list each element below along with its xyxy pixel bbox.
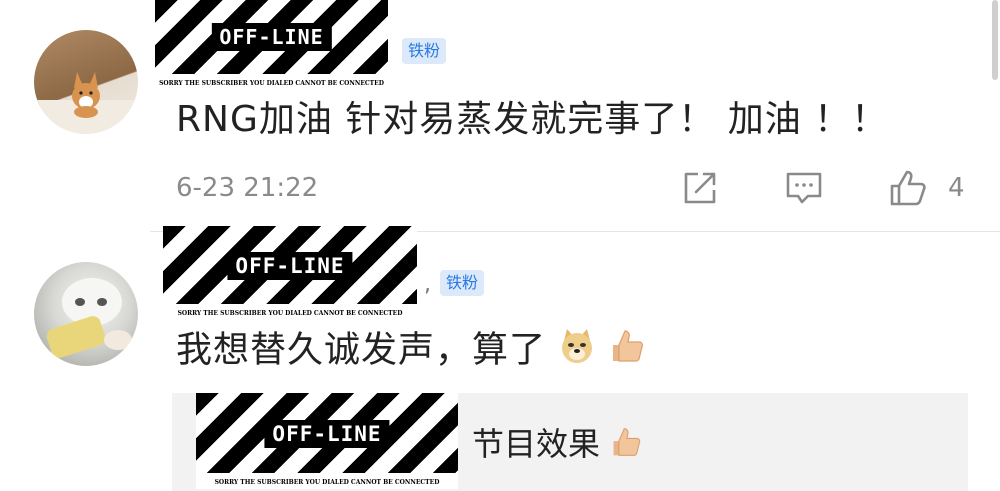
reply-text: 节目效果 (472, 425, 601, 463)
offline-badge: OFF-LINE SORRY THE SUBSCRIBER YOU DIALED… (196, 393, 458, 489)
badge-logo-text: OFF-LINE (264, 420, 390, 448)
offline-badge: OFF-LINE SORRY THE SUBSCRIBER YOU DIALED… (155, 0, 388, 90)
fan-tag[interactable]: 铁粉 (440, 270, 485, 296)
cat-picture (46, 278, 132, 358)
comment-line: 我想替久诚发声，算了 (176, 327, 645, 376)
comment-text: RNG加油 针对易蒸发就完事了！ 加油 ！！ (176, 99, 889, 140)
fan-tag[interactable]: 铁粉 (402, 38, 447, 64)
comment-timestamp: 6-23 21:22 (176, 173, 319, 203)
share-icon[interactable] (680, 168, 720, 208)
thumbs-up-emoji (609, 327, 645, 376)
badge-logo-text: OFF-LINE (211, 23, 332, 51)
avatar[interactable] (34, 262, 138, 366)
thumbs-up-icon[interactable] (888, 168, 928, 208)
avatar[interactable] (34, 30, 138, 134)
badge-caption: SORRY THE SUBSCRIBER YOU DIALED CANNOT B… (177, 310, 403, 317)
like-count: 4 (948, 173, 965, 203)
doge-emoji (558, 327, 596, 376)
badge-logo-text: OFF-LINE (227, 252, 353, 280)
corgi-picture (34, 72, 138, 134)
reply-line: 节目效果 (472, 424, 642, 468)
offline-badge: OFF-LINE SORRY THE SUBSCRIBER YOU DIALED… (163, 226, 417, 320)
badge-caption: SORRY THE SUBSCRIBER YOU DIALED CANNOT B… (159, 80, 384, 87)
comment-text: 我想替久诚发声，算了 (176, 329, 547, 371)
badge-caption: SORRY THE SUBSCRIBER YOU DIALED CANNOT B… (214, 479, 440, 486)
separator: , (424, 272, 431, 297)
thumbs-up-emoji (610, 425, 642, 468)
comment-icon[interactable] (784, 168, 824, 208)
scrollbar[interactable] (992, 0, 998, 80)
